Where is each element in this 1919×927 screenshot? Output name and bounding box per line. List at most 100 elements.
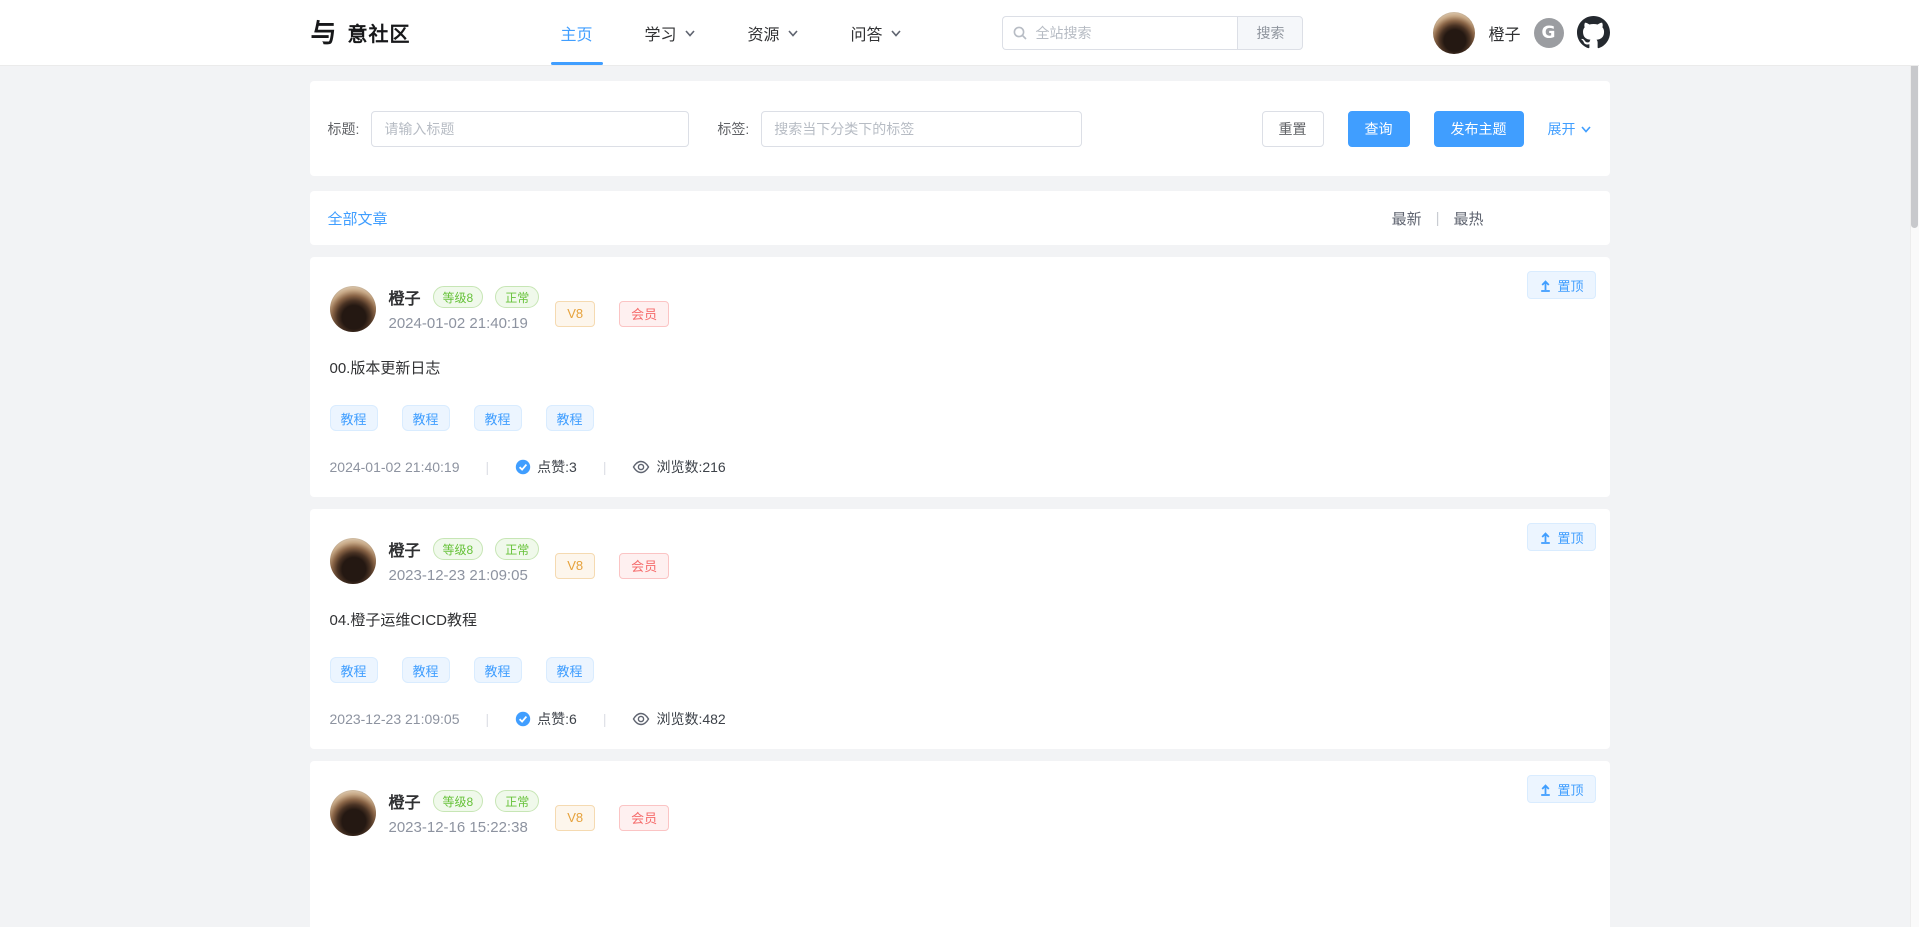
author-name[interactable]: 橙子 — [389, 285, 421, 309]
post-card: 置顶 橙子 等级8 正常 2023-12-23 21:09:05 V8 会员 0… — [310, 509, 1610, 749]
like-check-icon — [515, 711, 531, 727]
main-content: 标题: 标签: 重置 查询 发布主题 展开 全部文章 最新 | 最热 置顶 — [310, 0, 1610, 927]
pin-top-icon — [1539, 279, 1552, 292]
eye-icon — [632, 458, 650, 476]
vip-badge: V8 — [555, 301, 595, 327]
tag-filter-input[interactable] — [761, 111, 1082, 147]
title-filter-input[interactable] — [371, 111, 689, 147]
author-avatar[interactable] — [330, 286, 376, 332]
post-datetime: 2023-12-16 15:22:38 — [389, 819, 540, 836]
footer-date: 2024-01-02 21:40:19 — [330, 459, 460, 475]
member-badge: 会员 — [619, 805, 669, 831]
site-search: 搜索 — [1002, 16, 1303, 50]
scrollbar-thumb[interactable] — [1911, 58, 1918, 228]
post-card: 置顶 橙子 等级8 正常 2023-12-16 15:22:38 V8 会员 — [310, 761, 1610, 927]
tag-filter-label: 标签: — [717, 119, 749, 139]
post-tag[interactable]: 教程 — [330, 657, 378, 683]
user-name[interactable]: 橙子 — [1488, 21, 1520, 45]
level-badge: 等级8 — [433, 538, 484, 560]
brand-title: 意社区 — [348, 18, 411, 47]
footer-divider: | — [486, 459, 490, 475]
footer-divider: | — [486, 711, 490, 727]
status-badge: 正常 — [495, 286, 539, 308]
post-datetime: 2023-12-23 21:09:05 — [389, 567, 540, 584]
member-badge: 会员 — [619, 553, 669, 579]
post-tag[interactable]: 教程 — [474, 657, 522, 683]
gitee-icon[interactable]: G — [1534, 18, 1564, 48]
likes-stat: 点赞:3 — [515, 457, 577, 477]
nav-item-home-label: 主页 — [561, 21, 593, 45]
member-badge: 会员 — [619, 301, 669, 327]
post-tag[interactable]: 教程 — [474, 405, 522, 431]
nav-item-qa[interactable]: 问答 — [851, 0, 902, 65]
brand[interactable]: 与 意社区 — [310, 18, 411, 47]
eye-icon — [632, 710, 650, 728]
post-tag[interactable]: 教程 — [546, 405, 594, 431]
author-name[interactable]: 橙子 — [389, 789, 421, 813]
views-value: 浏览数:216 — [656, 457, 725, 477]
vip-badge: V8 — [555, 553, 595, 579]
chevron-down-icon — [787, 27, 799, 39]
status-badge: 正常 — [495, 790, 539, 812]
pin-button[interactable]: 置顶 — [1527, 775, 1595, 803]
user-avatar[interactable] — [1433, 12, 1475, 54]
chevron-down-icon — [684, 27, 696, 39]
tab-all-articles[interactable]: 全部文章 — [328, 208, 388, 229]
sort-group: 最新 | 最热 — [1392, 208, 1484, 229]
sort-divider: | — [1436, 210, 1440, 227]
vip-badge: V8 — [555, 805, 595, 831]
pin-top-icon — [1539, 531, 1552, 544]
post-title[interactable]: 00.版本更新日志 — [330, 357, 1590, 378]
search-input[interactable] — [1002, 16, 1237, 50]
footer-divider: | — [603, 711, 607, 727]
query-button[interactable]: 查询 — [1348, 111, 1410, 147]
search-icon — [1012, 25, 1028, 41]
scrollbar[interactable] — [1910, 0, 1919, 927]
views-stat: 浏览数:482 — [632, 709, 725, 729]
post-title[interactable]: 04.橙子运维CICD教程 — [330, 609, 1590, 630]
expand-label: 展开 — [1548, 119, 1576, 139]
article-list-header: 全部文章 最新 | 最热 — [310, 191, 1610, 245]
main-nav: 主页 学习 资源 问答 — [561, 0, 902, 65]
brand-logo-icon: 与 — [310, 19, 338, 47]
pin-label: 置顶 — [1557, 276, 1583, 295]
sort-newest[interactable]: 最新 — [1392, 208, 1422, 229]
post-tag[interactable]: 教程 — [402, 657, 450, 683]
sort-hottest[interactable]: 最热 — [1453, 208, 1483, 229]
navbar: 与 意社区 主页 学习 资源 问答 — [0, 0, 1919, 66]
pin-label: 置顶 — [1557, 780, 1583, 799]
github-icon[interactable] — [1577, 16, 1610, 49]
pin-label: 置顶 — [1557, 528, 1583, 547]
pin-top-icon — [1539, 783, 1552, 796]
filter-bar: 标题: 标签: 重置 查询 发布主题 展开 — [310, 81, 1610, 176]
post-tag[interactable]: 教程 — [402, 405, 450, 431]
author-name[interactable]: 橙子 — [389, 537, 421, 561]
likes-stat: 点赞:6 — [515, 709, 577, 729]
nav-item-resources[interactable]: 资源 — [748, 0, 799, 65]
nav-item-home[interactable]: 主页 — [561, 0, 593, 65]
pin-button[interactable]: 置顶 — [1527, 271, 1595, 299]
post-card: 置顶 橙子 等级8 正常 2024-01-02 21:40:19 V8 会员 0… — [310, 257, 1610, 497]
like-check-icon — [515, 459, 531, 475]
likes-value: 点赞:6 — [537, 709, 577, 729]
post-tag[interactable]: 教程 — [546, 657, 594, 683]
author-avatar[interactable] — [330, 538, 376, 584]
search-button[interactable]: 搜索 — [1237, 16, 1303, 50]
level-badge: 等级8 — [433, 286, 484, 308]
publish-topic-button[interactable]: 发布主题 — [1434, 111, 1524, 147]
post-tag[interactable]: 教程 — [330, 405, 378, 431]
expand-toggle[interactable]: 展开 — [1548, 119, 1592, 139]
footer-date: 2023-12-23 21:09:05 — [330, 711, 460, 727]
footer-divider: | — [603, 459, 607, 475]
nav-item-qa-label: 问答 — [851, 21, 883, 45]
pin-button[interactable]: 置顶 — [1527, 523, 1595, 551]
post-datetime: 2024-01-02 21:40:19 — [389, 315, 540, 332]
user-cluster: 橙子 G — [1433, 12, 1609, 54]
level-badge: 等级8 — [433, 790, 484, 812]
views-stat: 浏览数:216 — [632, 457, 725, 477]
author-avatar[interactable] — [330, 790, 376, 836]
reset-button[interactable]: 重置 — [1262, 111, 1324, 147]
nav-item-learn-label: 学习 — [645, 21, 677, 45]
nav-item-learn[interactable]: 学习 — [645, 0, 696, 65]
likes-value: 点赞:3 — [537, 457, 577, 477]
